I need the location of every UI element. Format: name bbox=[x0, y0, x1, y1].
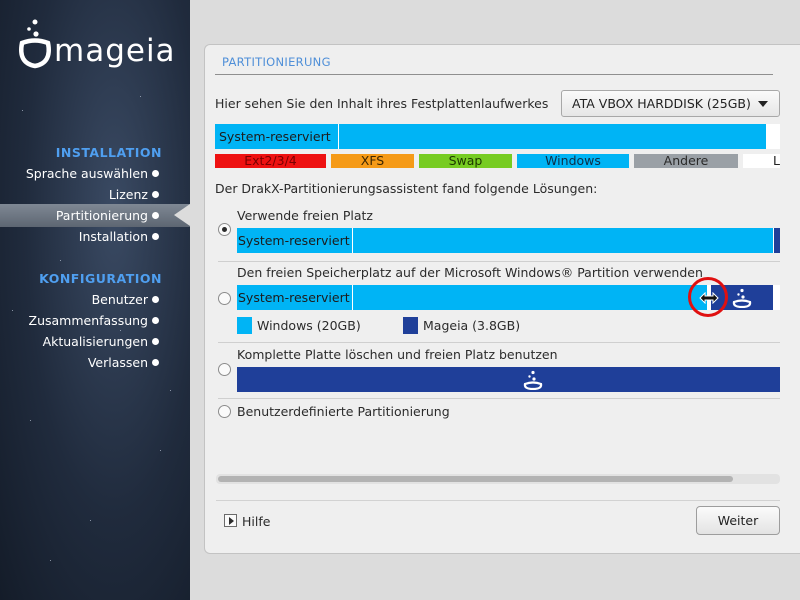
partition-label: System-reserviert bbox=[238, 290, 350, 305]
section-heading-configuration: KONFIGURATION bbox=[39, 271, 162, 286]
sidebar-item-users: Benutzer bbox=[91, 292, 148, 307]
mageia-logo-icon bbox=[19, 19, 51, 69]
sidebar-item-summary: Zusammenfassung bbox=[28, 313, 149, 328]
mageia-logo-icon bbox=[523, 370, 543, 390]
option-custom-label[interactable]: Benutzerdefinierte Partitionierung bbox=[237, 404, 450, 419]
radio-selected-dot bbox=[222, 227, 227, 232]
option-erase-disk-bar bbox=[237, 367, 780, 392]
option-erase-disk-label[interactable]: Komplette Platte löschen und freien Plat… bbox=[237, 347, 558, 362]
legend-xfs: XFS bbox=[331, 154, 414, 168]
step-dot bbox=[152, 296, 159, 303]
footer-divider bbox=[216, 500, 780, 501]
partition-separator bbox=[352, 228, 353, 253]
partition-separator bbox=[338, 124, 339, 149]
legend-ext: Ext2/3/4 bbox=[215, 154, 326, 168]
disk-prompt: Hier sehen Sie den Inhalt ihres Festplat… bbox=[215, 96, 549, 111]
section-heading-installation: INSTALLATION bbox=[55, 145, 162, 160]
scrollbar-thumb[interactable] bbox=[218, 476, 733, 482]
option-erase-disk-radio[interactable] bbox=[218, 363, 231, 376]
disk-select-value: ATA VBOX HARDDISK (25GB) bbox=[572, 96, 751, 111]
option-free-space-bar: System-reserviert bbox=[237, 228, 780, 253]
next-button[interactable]: Weiter bbox=[696, 506, 780, 535]
partition-separator bbox=[352, 285, 353, 310]
windows-size-swatch bbox=[237, 317, 252, 334]
sidebar-item-license: Lizenz bbox=[108, 187, 148, 202]
disk-select[interactable]: ATA VBOX HARDDISK (25GB) bbox=[561, 90, 780, 117]
step-dot bbox=[152, 359, 159, 366]
highlight-circle bbox=[688, 277, 728, 317]
sidebar-item-installation: Installation bbox=[78, 229, 148, 244]
windows-size-label: Windows (20GB) bbox=[257, 318, 361, 333]
sidebar-active-arrow bbox=[174, 204, 190, 226]
play-triangle-icon bbox=[229, 517, 234, 525]
mageia-partition-segment bbox=[774, 228, 780, 253]
sidebar: mageia INSTALLATION Sprache auswählen Li… bbox=[0, 0, 190, 600]
legend-empty: Le bbox=[743, 154, 780, 168]
option-free-space-label[interactable]: Verwende freien Platz bbox=[237, 208, 373, 223]
sidebar-item-partitioning: Partitionierung bbox=[55, 208, 148, 223]
mageia-size-swatch bbox=[403, 317, 418, 334]
sidebar-item-updates: Aktualisierungen bbox=[42, 334, 148, 349]
partition-label: System-reserviert bbox=[219, 129, 331, 144]
option-free-space-radio[interactable] bbox=[218, 223, 231, 236]
step-dot bbox=[152, 191, 159, 198]
solutions-prompt: Der DrakX-Partitionierungsassistent fand… bbox=[215, 181, 598, 196]
option-resize-windows-label[interactable]: Den freien Speicherplatz auf der Microso… bbox=[237, 265, 703, 280]
mageia-logo: mageia bbox=[16, 18, 186, 70]
brand-name: mageia bbox=[54, 33, 176, 69]
option-divider bbox=[218, 342, 780, 343]
option-divider bbox=[218, 261, 780, 262]
mageia-size-label: Mageia (3.8GB) bbox=[423, 318, 521, 333]
legend-other: Andere bbox=[634, 154, 738, 168]
mageia-logo-icon bbox=[732, 288, 752, 308]
partition-label: System-reserviert bbox=[238, 233, 350, 248]
option-divider bbox=[218, 398, 780, 399]
step-dot bbox=[152, 212, 159, 219]
legend-windows: Windows bbox=[517, 154, 629, 168]
option-resize-windows-radio[interactable] bbox=[218, 292, 231, 305]
page-title: PARTITIONIERUNG bbox=[222, 55, 331, 69]
legend-swap: Swap bbox=[419, 154, 512, 168]
option-custom-radio[interactable] bbox=[218, 405, 231, 418]
disk-partition-bar: System-reserviert bbox=[215, 124, 780, 149]
title-divider bbox=[215, 74, 773, 75]
sidebar-item-exit: Verlassen bbox=[87, 355, 148, 370]
step-dot bbox=[152, 317, 159, 324]
sidebar-item-language: Sprache auswählen bbox=[25, 166, 148, 181]
help-expander-icon[interactable] bbox=[224, 514, 237, 527]
step-dot bbox=[152, 233, 159, 240]
step-dot bbox=[152, 338, 159, 345]
step-dot bbox=[152, 170, 159, 177]
chevron-down-icon bbox=[758, 101, 768, 107]
help-button[interactable]: Hilfe bbox=[242, 514, 270, 529]
